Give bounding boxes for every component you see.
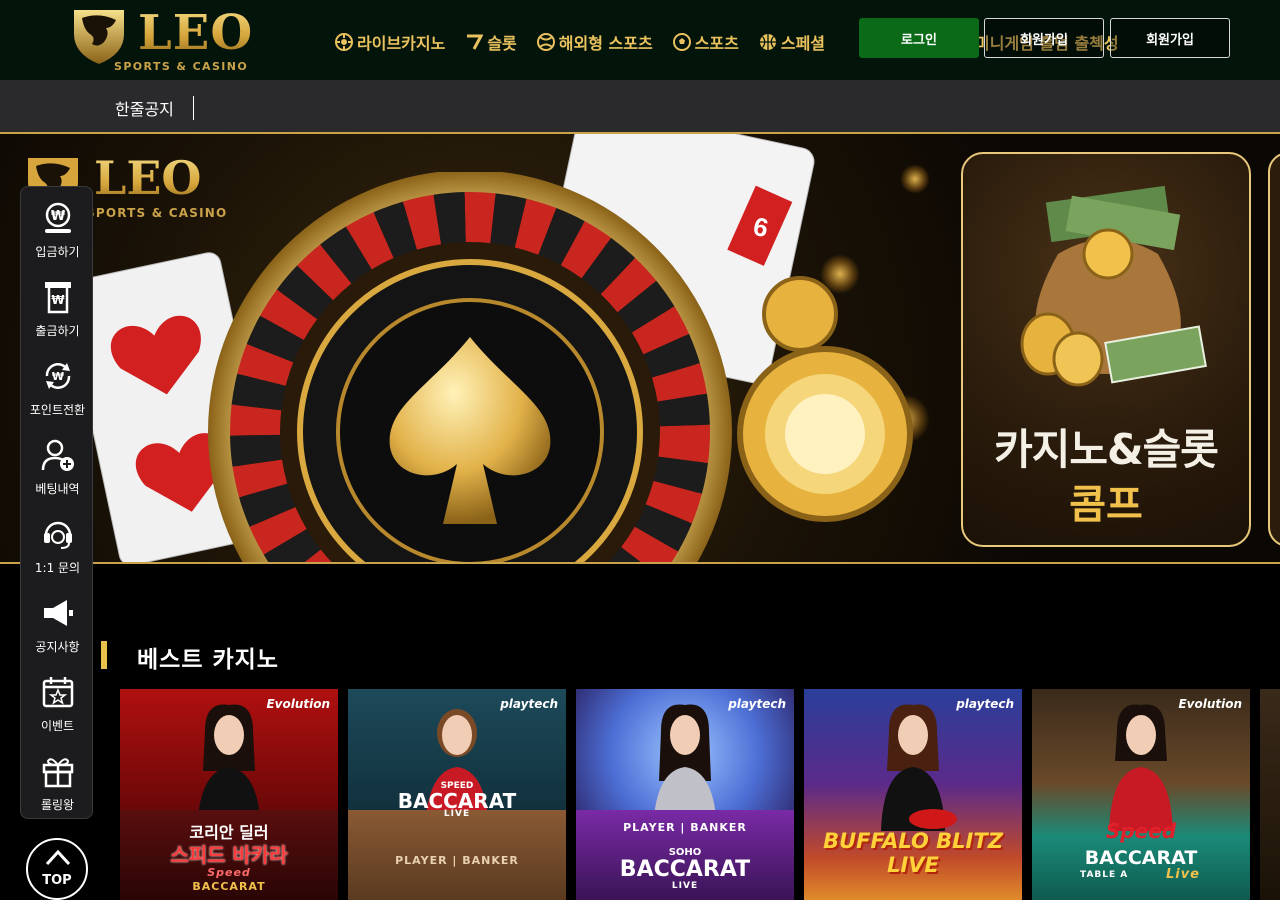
side-item-event[interactable]: 이벤트 (21, 661, 94, 740)
notice-label: 한줄공지 (115, 100, 174, 119)
banner-logo-subtitle: SPORTS & CASINO (86, 206, 228, 220)
side-item-label: 포인트전환 (29, 403, 86, 417)
quick-side-menu: ₩ 입금하기 ₩ 출금하기 ₩ 포인트전환 베팅내역 1:1 문의 공지사항 이… (20, 186, 93, 819)
game-tag: LIVE (671, 881, 699, 891)
support-headset-icon (44, 521, 72, 549)
game-title: BACCARAT (619, 857, 751, 882)
side-item-label: 공지사항 (35, 640, 80, 654)
side-item-withdraw[interactable]: ₩ 출금하기 (21, 266, 94, 345)
nav-item-foreign-sports[interactable]: 해외형 스포츠 (536, 30, 653, 54)
signup-button-secondary[interactable]: 회원가입 (1110, 18, 1230, 58)
promo-subtitle: 콤프 (1069, 482, 1143, 528)
side-item-label: 입금하기 (35, 245, 80, 259)
site-header: LEO SPORTS & CASINO 라이브카지노 슬롯 해외형 스포츠 스포… (0, 0, 1280, 80)
signup-button[interactable]: 회원가입 (984, 18, 1104, 58)
side-item-label: 1:1 문의 (34, 561, 81, 575)
side-item-bet-history[interactable]: 베팅내역 (21, 424, 94, 503)
basketball-icon (759, 34, 776, 50)
nav-item-live-casino[interactable]: 라이브카지노 (335, 30, 445, 54)
side-item-label: 롤링왕 (40, 798, 75, 812)
section-accent-bar (101, 641, 107, 669)
game-subtitle: Speed (1105, 819, 1177, 843)
side-item-label: 출금하기 (35, 324, 80, 338)
main-nav: 라이브카지노 슬롯 해외형 스포츠 스포츠 스페셜 (335, 30, 825, 54)
side-item-deposit[interactable]: ₩ 입금하기 (21, 187, 94, 266)
soccer-ball-icon (672, 33, 691, 51)
deposit-icon: ₩ (45, 202, 71, 233)
login-button[interactable]: 로그인 (859, 18, 979, 58)
side-item-point-exchange[interactable]: ₩ 포인트전환 (21, 345, 94, 424)
slot-7-icon (467, 34, 484, 50)
megaphone-icon (44, 600, 73, 626)
svg-text:₩: ₩ (52, 370, 64, 383)
provider-logo: playtech (728, 697, 786, 711)
dealer-image (1109, 704, 1173, 831)
logo-subtitle: SPORTS & CASINO (114, 60, 249, 73)
game-title: BUFFALO BLITZ (823, 829, 1003, 853)
notice-bar: 한줄공지 (0, 80, 1280, 132)
section-title: 베스트 카지노 (137, 647, 279, 673)
game-tag: Speed (207, 866, 251, 879)
provider-logo: playtech (956, 697, 1014, 711)
nav-label: 해외형 스포츠 (558, 34, 653, 53)
point-exchange-icon: ₩ (45, 363, 71, 389)
nav-item-sports[interactable]: 스포츠 (672, 30, 739, 54)
sports-ball-icon (536, 33, 555, 51)
game-subtitle: 스피드 바카라 (170, 843, 288, 867)
side-item-notice[interactable]: 공지사항 (21, 582, 94, 661)
game-title: BACCARAT (1084, 847, 1198, 869)
game-card[interactable]: playtech PLAYER | BANKER SOHO BACCARAT L… (576, 689, 794, 900)
side-item-support[interactable]: 1:1 문의 (21, 503, 94, 582)
svg-text:₩: ₩ (51, 209, 66, 224)
nav-label: 라이브카지노 (357, 34, 446, 53)
game-card[interactable]: Evolution Speed BACCARAT TABLE A Live (1032, 689, 1250, 900)
game-card[interactable]: playtech SPEED BACCARAT LIVE PLAYER | BA… (348, 689, 566, 900)
game-card-partial[interactable] (1260, 689, 1280, 900)
bet-history-icon (41, 439, 74, 471)
gift-icon (42, 758, 74, 788)
promo-title: 카지노&슬롯 (994, 425, 1219, 474)
promo-card-casino-slot-comp[interactable]: 카지노&슬롯 콤프 (961, 152, 1251, 547)
game-card[interactable]: Evolution 코리안 딜러 스피드 바카라 Speed BACCARAT (120, 689, 338, 900)
game-tag: BACCARAT (192, 880, 266, 893)
bokeh-light (900, 164, 930, 194)
gold-chips-image (737, 276, 913, 522)
provider-logo: playtech (500, 697, 558, 711)
roulette-icon (335, 33, 353, 51)
event-calendar-icon (42, 677, 74, 708)
side-item-label: 이벤트 (40, 719, 75, 733)
side-item-label: 베팅내역 (35, 482, 80, 496)
site-logo[interactable]: LEO SPORTS & CASINO (68, 4, 253, 74)
svg-text:₩: ₩ (51, 293, 65, 307)
game-tag: LIVE (443, 809, 471, 819)
notice-divider (193, 96, 194, 120)
game-card[interactable]: playtech BUFFALO BLITZ LIVE (804, 689, 1022, 900)
chevron-up-icon (45, 849, 71, 866)
logo-text: LEO (138, 5, 254, 61)
banner-logo-text: LEO (94, 151, 202, 205)
withdraw-icon: ₩ (45, 282, 71, 314)
hero-banner[interactable]: 6 LEO SPORTS & CASINO 카지노&슬롯 콤프 (0, 132, 1280, 564)
nav-label: 스포츠 (694, 34, 739, 53)
nav-item-slot[interactable]: 슬롯 (465, 30, 517, 54)
game-tag: Live (1165, 867, 1200, 882)
lion-shield-icon (74, 10, 124, 64)
nav-item-special[interactable]: 스페셜 (759, 30, 825, 54)
nav-label: 스페셜 (780, 34, 826, 53)
scroll-top-button[interactable]: TOP (26, 838, 88, 900)
roulette-wheel-image (208, 172, 732, 562)
nav-label: 슬롯 (487, 34, 517, 53)
side-item-rolling-king[interactable]: 롤링왕 (21, 740, 94, 819)
game-tag: PLAYER | BANKER (623, 821, 747, 834)
dealer-image (881, 704, 957, 831)
promo-card-next[interactable] (1268, 152, 1280, 547)
money-bag-image (1020, 185, 1207, 387)
game-tag: PLAYER | BANKER (395, 854, 519, 867)
game-subtitle: LIVE (887, 853, 939, 877)
scroll-top-label: TOP (42, 873, 72, 888)
